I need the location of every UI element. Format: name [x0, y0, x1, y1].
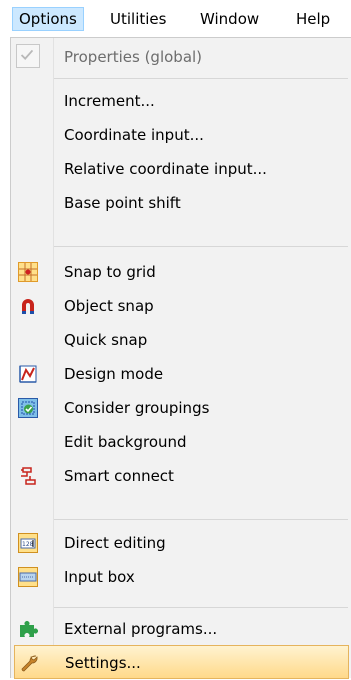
menu-help[interactable]: Help [290, 7, 336, 31]
menu-item-label: Increment... [64, 92, 155, 110]
menu-separator [54, 607, 348, 608]
menu-item-consider-groupings[interactable]: Consider groupings [14, 391, 349, 425]
menu-item-label: Direct editing [64, 534, 166, 552]
menu-item-label: Coordinate input... [64, 126, 204, 144]
menu-item-label: Quick snap [64, 331, 148, 349]
direct-editing-icon-number: 128 [22, 541, 34, 548]
menu-item-label: Edit background [64, 433, 187, 451]
menu-item-label: Input box [64, 568, 135, 586]
menu-bar: Options Utilities Window Help [0, 0, 351, 38]
menu-item-input-box[interactable]: Input box [14, 560, 349, 594]
menu-separator [54, 519, 348, 520]
menu-item-label: Design mode [64, 365, 164, 383]
menu-item-external-programs[interactable]: External programs... [14, 612, 349, 646]
puzzle-icon [18, 619, 38, 639]
number-field-icon: 128 [18, 533, 38, 553]
menu-item-label: Consider groupings [64, 399, 210, 417]
menu-item-base-point-shift[interactable]: Base point shift [14, 186, 349, 220]
menu-item-label: Smart connect [64, 467, 174, 485]
connector-icon [18, 466, 38, 486]
menu-item-label: Properties (global) [64, 48, 203, 66]
menu-item-increment[interactable]: Increment... [14, 84, 349, 118]
wrench-icon [19, 653, 39, 673]
menu-options[interactable]: Options [12, 7, 84, 31]
menu-item-label: Object snap [64, 297, 154, 315]
menu-separator [54, 246, 348, 247]
menu-item-label: External programs... [64, 620, 218, 638]
menu-item-settings[interactable]: Settings... [14, 645, 349, 679]
menu-utilities[interactable]: Utilities [104, 7, 172, 31]
checkmark-icon [16, 44, 40, 68]
menu-item-direct-editing[interactable]: 128 Direct editing [14, 526, 349, 560]
menu-item-coordinate-input[interactable]: Coordinate input... [14, 118, 349, 152]
menu-item-object-snap[interactable]: Object snap [14, 289, 349, 323]
menu-item-label: Relative coordinate input... [64, 160, 267, 178]
menu-item-design-mode[interactable]: Design mode [14, 357, 349, 391]
menu-item-label: Base point shift [64, 194, 181, 212]
input-box-icon [18, 567, 38, 587]
menu-window[interactable]: Window [194, 7, 265, 31]
menu-item-snap-to-grid[interactable]: Snap to grid [14, 255, 349, 289]
options-dropdown-menu: Properties (global) Increment... Coordin… [10, 37, 351, 679]
menu-item-quick-snap[interactable]: Quick snap [14, 323, 349, 357]
group-icon [18, 398, 38, 418]
menu-item-label: Settings... [65, 654, 141, 672]
menu-item-label: Snap to grid [64, 263, 156, 281]
menu-item-properties-global[interactable]: Properties (global) [14, 40, 349, 74]
grid-icon [18, 262, 38, 282]
menu-separator [54, 78, 348, 79]
chart-icon [18, 364, 38, 384]
menu-item-edit-background[interactable]: Edit background [14, 425, 349, 459]
menu-item-smart-connect[interactable]: Smart connect [14, 459, 349, 493]
menu-item-relative-coordinate-input[interactable]: Relative coordinate input... [14, 152, 349, 186]
magnet-icon [18, 296, 38, 316]
